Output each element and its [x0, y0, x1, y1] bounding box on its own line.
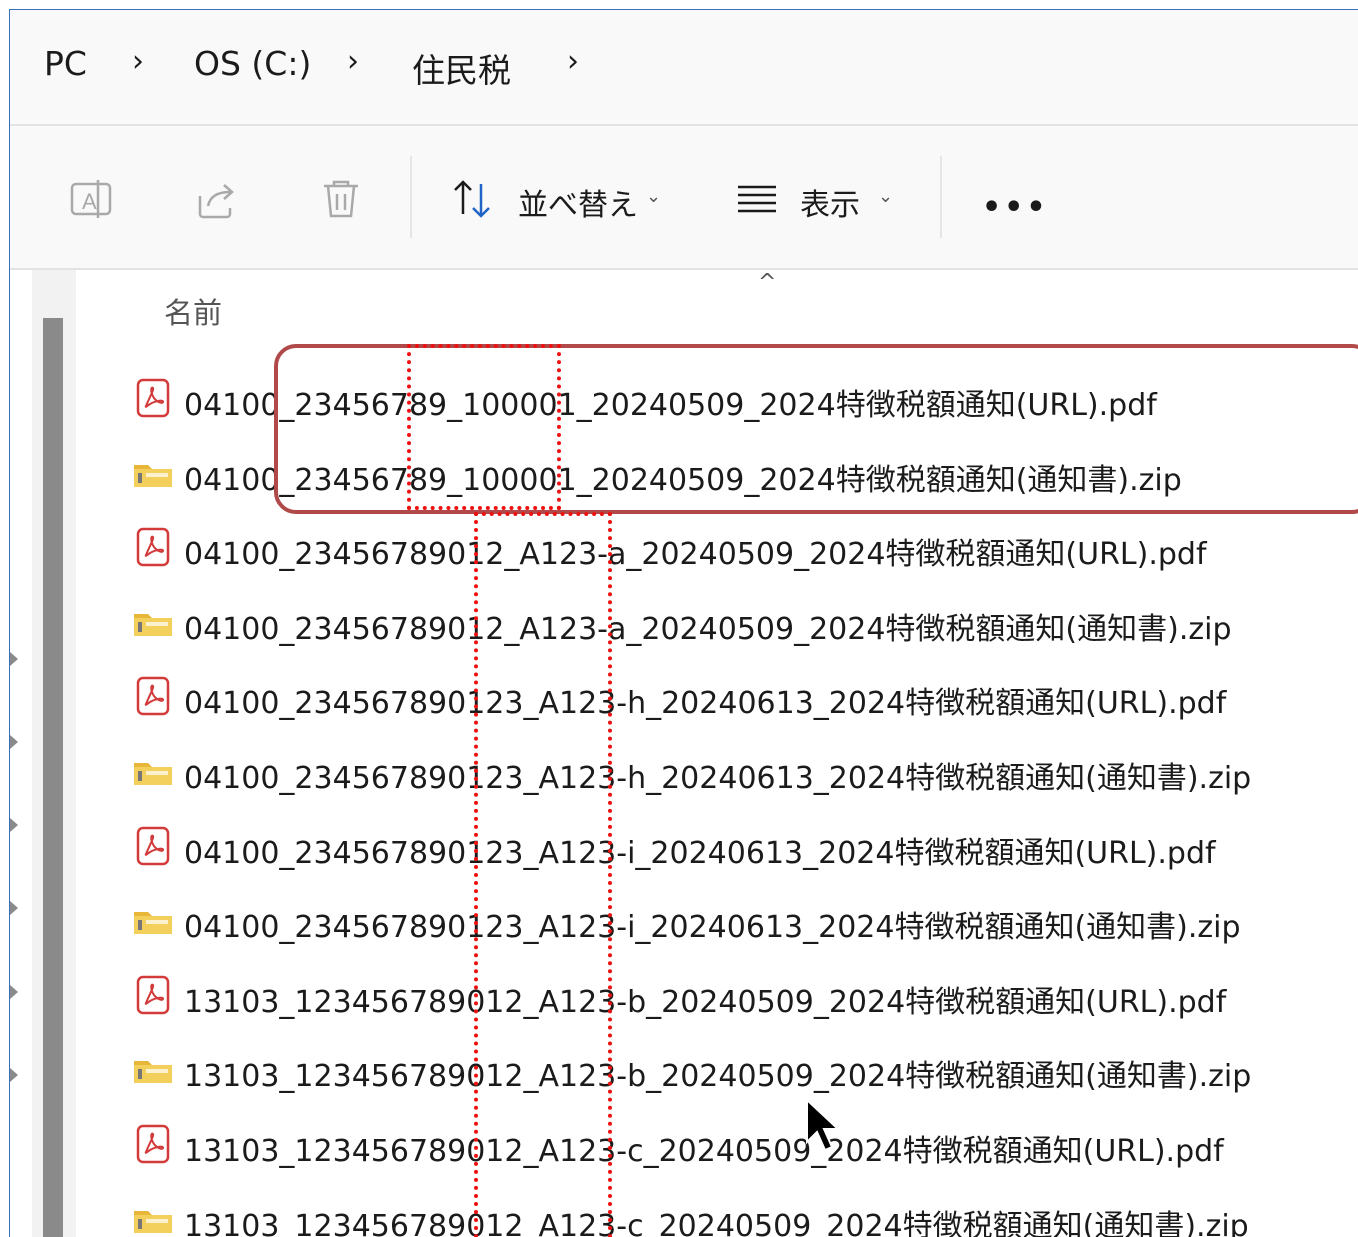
more-options-button[interactable]: •••	[982, 190, 1049, 225]
file-name: 04100_234567890123_A123-i_20240613_2024特…	[184, 910, 1241, 946]
delete-icon[interactable]	[318, 176, 364, 222]
zip-folder-icon	[134, 1210, 172, 1233]
pdf-file-icon	[136, 975, 170, 1015]
chevron-down-icon[interactable]: ⌄	[646, 186, 661, 207]
sort-button[interactable]: 並べ替え	[518, 180, 638, 224]
file-row[interactable]: 04100_234567890123_A123-i_20240613_2024特…	[132, 816, 1358, 876]
address-bar[interactable]: PC › OS (C:) › 住民税 ›	[10, 10, 1358, 126]
file-name: 04100_234567890123_A123-h_20240613_2024特…	[184, 686, 1227, 722]
file-name: 04100_23456789012_A123-a_20240509_2024特徴…	[184, 537, 1207, 573]
file-name: 13103_123456789012_A123-b_20240509_2024特…	[184, 984, 1227, 1020]
file-name: 04100_23456789012_A123-a_20240509_2024特徴…	[184, 611, 1232, 647]
file-row[interactable]: 04100_23456789012_A123-a_20240509_2024特徴…	[132, 592, 1358, 652]
zip-folder-icon	[134, 763, 172, 785]
sort-icon[interactable]	[450, 176, 496, 222]
breadcrumb-folder[interactable]: 住民税	[412, 44, 511, 92]
file-list: 04100_23456789_100001_20240509_2024特徴税額通…	[10, 270, 1358, 1237]
mouse-pointer-icon	[806, 1098, 841, 1152]
toolbar-divider	[940, 156, 942, 238]
file-row[interactable]: 04100_234567890123_A123-h_20240613_2024特…	[132, 741, 1358, 801]
share-icon[interactable]	[194, 176, 240, 222]
view-icon[interactable]	[734, 176, 780, 222]
file-name: 04100_234567890123_A123-h_20240613_2024特…	[184, 761, 1252, 796]
pdf-file-icon	[136, 826, 170, 865]
file-row[interactable]: 13103_123456789012_A123-b_20240509_2024特…	[132, 965, 1358, 1025]
file-name: 04100_23456789_100001_20240509_2024特徴税額通…	[184, 388, 1157, 423]
file-row[interactable]: 04100_23456789012_A123-a_20240509_2024特徴…	[132, 517, 1358, 577]
file-name: 04100_23456789_100001_20240509_2024特徴税額通…	[184, 462, 1182, 498]
chevron-right-icon[interactable]: ›	[567, 44, 579, 79]
file-list-pane: ^ 名前 04100_23456789_100001_20240509_2024…	[10, 270, 1358, 1237]
file-row[interactable]: 04100_234567890123_A123-i_20240613_2024特…	[132, 890, 1358, 950]
file-name: 13103_123456789012_A123-b_20240509_2024特…	[184, 1059, 1252, 1095]
svg-text:A: A	[82, 189, 97, 214]
breadcrumb-pc[interactable]: PC	[44, 44, 87, 83]
pdf-file-icon	[136, 677, 170, 716]
pdf-file-icon	[136, 527, 170, 567]
file-row[interactable]: 13103_123456789012_A123-b_20240509_2024特…	[132, 1039, 1358, 1099]
file-row[interactable]: 04100_234567890123_A123-h_20240613_2024特…	[132, 666, 1358, 726]
zip-folder-icon	[134, 1061, 172, 1084]
toolbar-divider	[410, 156, 412, 238]
zip-folder-icon	[134, 464, 172, 487]
command-bar: A 並べ替え ⌄ 表示 ⌄ •••	[10, 126, 1358, 270]
chevron-down-icon[interactable]: ⌄	[878, 186, 893, 207]
zip-folder-icon	[134, 912, 172, 935]
file-name: 04100_234567890123_A123-i_20240613_2024特…	[184, 835, 1216, 871]
file-name: 13103_123456789012_A123-c_20240509_2024特…	[184, 1208, 1249, 1237]
view-button[interactable]: 表示	[800, 180, 860, 224]
chevron-right-icon[interactable]: ›	[132, 44, 144, 79]
file-row[interactable]: 13103_123456789012_A123-c_20240509_2024特…	[132, 1189, 1358, 1237]
file-name: 13103_123456789012_A123-c_20240509_2024特…	[184, 1134, 1224, 1169]
breadcrumb-drive[interactable]: OS (C:)	[194, 44, 311, 83]
file-row[interactable]: 04100_23456789_100001_20240509_2024特徴税額通…	[132, 443, 1358, 503]
pdf-file-icon	[136, 1124, 170, 1164]
zip-folder-icon	[134, 613, 172, 636]
file-row[interactable]: 04100_23456789_100001_20240509_2024特徴税額通…	[132, 368, 1358, 428]
file-explorer-window: PC › OS (C:) › 住民税 › A 並べ替え ⌄ 表示 ⌄ ••• ^…	[9, 9, 1358, 1237]
chevron-right-icon[interactable]: ›	[347, 44, 359, 79]
rename-icon[interactable]: A	[68, 176, 114, 222]
pdf-file-icon	[136, 378, 170, 418]
file-row[interactable]: 13103_123456789012_A123-c_20240509_2024特…	[132, 1114, 1358, 1174]
